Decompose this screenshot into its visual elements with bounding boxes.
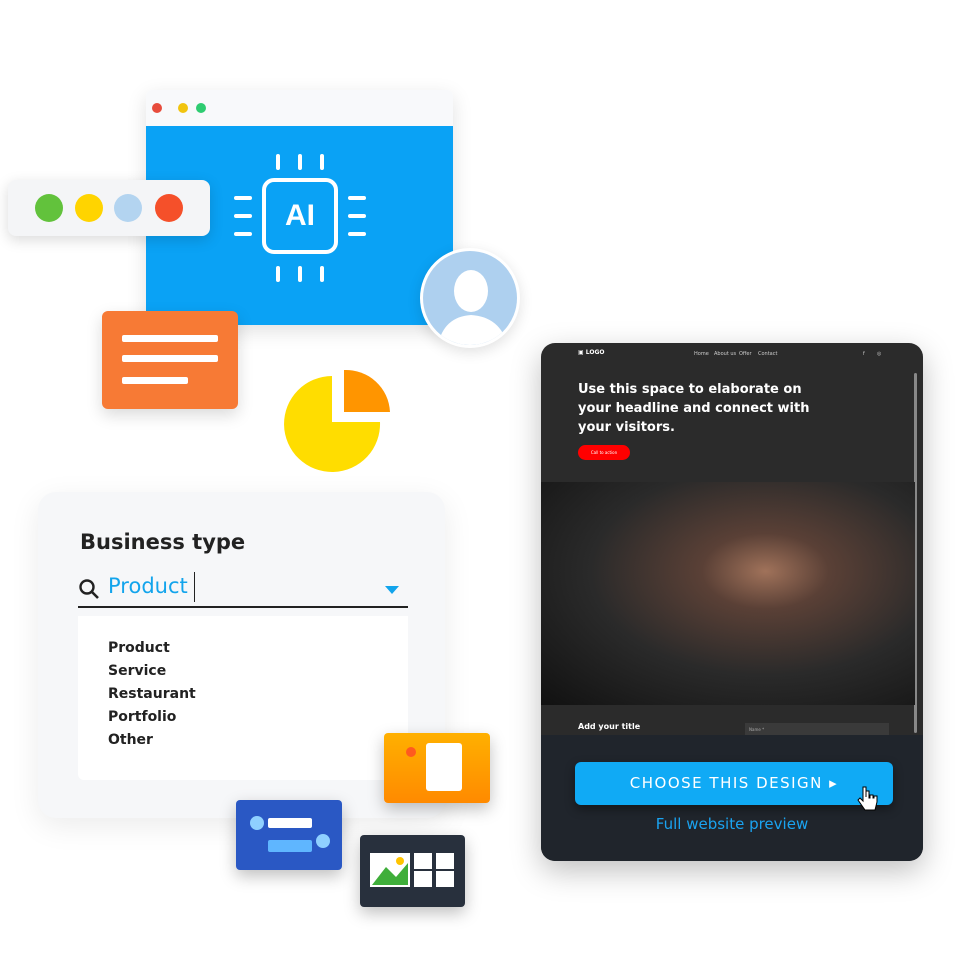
chat-widget-icon [236,800,342,870]
text-cursor [194,572,195,602]
option-other[interactable]: Other [108,732,153,748]
site-headline: Use this space to elaborate on your head… [578,382,810,435]
site-logo: ▣ LOGO [578,349,605,356]
form-widget-icon [384,733,490,803]
business-type-search-input[interactable]: Product [78,570,408,608]
option-restaurant[interactable]: Restaurant [108,686,196,702]
nav-contact[interactable]: Contact [758,351,777,357]
business-type-title: Business type [80,530,246,554]
text-block-icon [102,311,238,409]
choose-this-design-button[interactable]: CHOOSE THIS DESIGN ▸ [575,762,893,805]
nav-home[interactable]: Home [694,351,709,357]
minimize-dot-icon [178,103,188,113]
chevron-down-icon[interactable] [385,586,399,594]
search-value: Product [108,574,188,598]
business-type-options: Product Service Restaurant Portfolio Oth… [78,616,408,780]
search-icon [79,579,99,599]
ai-chip-label: AI [262,178,338,254]
facebook-icon[interactable]: f [863,351,865,357]
pie-chart-icon [284,369,390,472]
maximize-dot-icon [196,103,206,113]
color-swatch-yellow[interactable] [75,194,103,222]
color-swatch-red[interactable] [155,194,183,222]
instagram-icon[interactable]: ◎ [877,351,881,357]
option-portfolio[interactable]: Portfolio [108,709,176,725]
color-swatch-green[interactable] [35,194,63,222]
section-title: Add your title [578,722,641,731]
hand-pointer-icon [857,786,878,811]
option-service[interactable]: Service [108,663,166,679]
call-to-action-button[interactable]: Call to action [578,445,630,460]
close-dot-icon [152,103,162,113]
nav-offer[interactable]: Offer [739,351,752,357]
full-website-preview-link[interactable]: Full website preview [541,815,923,833]
gym-hero-photo [541,482,915,705]
window-titlebar [146,90,453,126]
website-preview-card: ▣ LOGO Home About us Offer Contact f ◎ U… [541,343,923,861]
gallery-widget-icon [360,835,465,907]
color-swatch-lightblue[interactable] [114,194,142,222]
nav-about[interactable]: About us [714,351,736,357]
option-product[interactable]: Product [108,640,170,656]
user-avatar-icon [420,248,520,348]
color-palette [8,180,210,236]
